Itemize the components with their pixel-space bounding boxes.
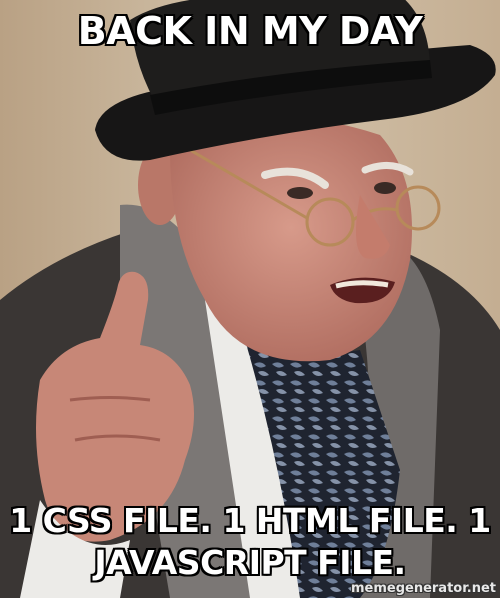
watermark: memegenerator.net <box>350 581 496 596</box>
meme-bottom-caption: 1 CSS FILE. 1 HTML FILE. 1 JAVASCRIPT FI… <box>9 501 491 582</box>
meme-top-caption: BACK IN MY DAY <box>77 9 423 53</box>
meme-image: BACK IN MY DAY 1 CSS FILE. 1 HTML FILE. … <box>0 0 500 598</box>
